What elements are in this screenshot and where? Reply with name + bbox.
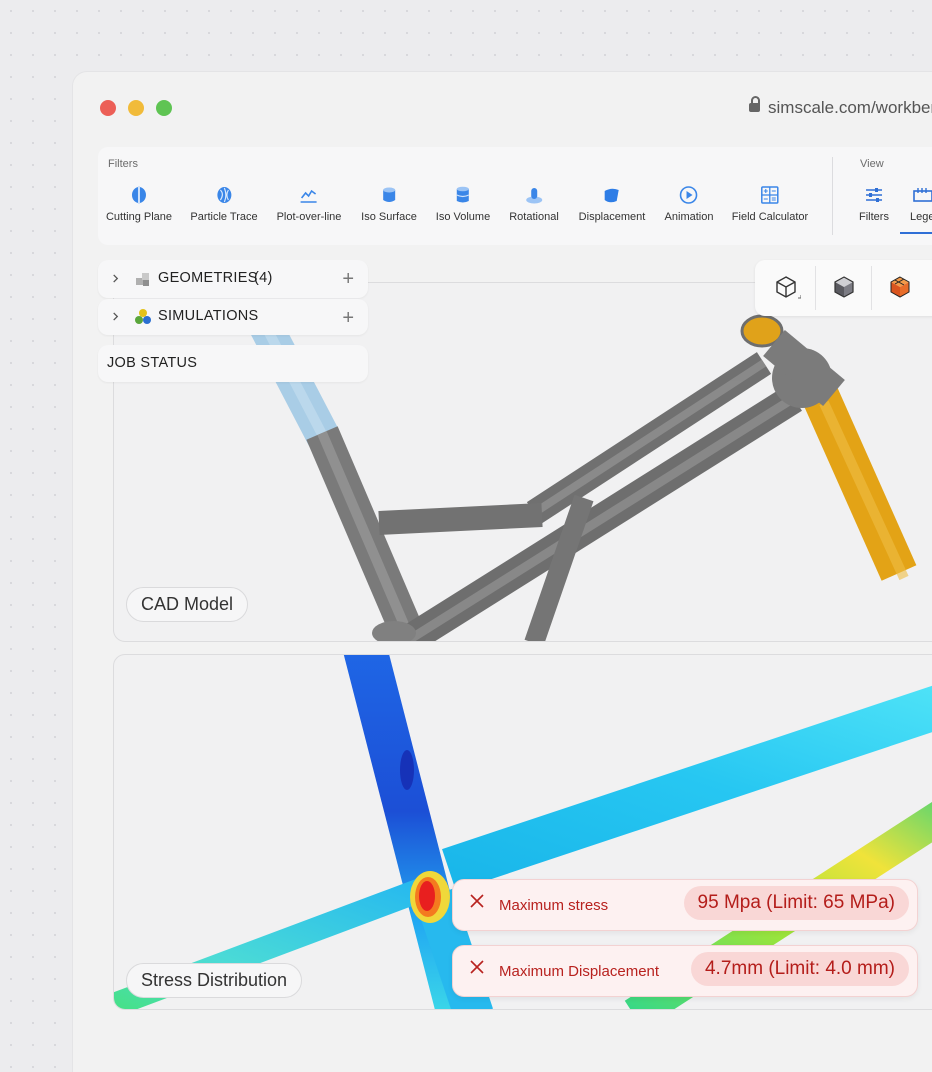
tool-iso-surface[interactable]: Iso Surface xyxy=(361,185,417,223)
tool-label: Particle Trace xyxy=(190,211,258,223)
maximum-displacement-alert: Maximum Displacement 4.7mm (Limit: 4.0 m… xyxy=(452,945,918,997)
geometries-label: GEOMETRIES xyxy=(158,270,258,286)
tool-label: Filters xyxy=(859,211,889,223)
alert-label: Maximum stress xyxy=(499,897,609,914)
tool-label: Cutting Plane xyxy=(105,211,173,223)
lock-icon xyxy=(749,96,760,112)
close-x-icon xyxy=(470,894,484,908)
animation-icon xyxy=(680,186,698,204)
alert-label: Maximum Displacement xyxy=(499,963,660,980)
view-orientation-toolbar xyxy=(755,260,932,316)
rotational-icon xyxy=(525,188,542,204)
wireframe-cube-icon[interactable] xyxy=(771,272,801,302)
tool-animation[interactable]: Animation xyxy=(664,185,714,223)
chevron-right-icon[interactable] xyxy=(111,274,120,283)
minimize-window-button[interactable] xyxy=(128,100,144,116)
tool-plot-over-line[interactable]: Plot-over-line xyxy=(276,185,342,223)
alert-value: 4.7mm (Limit: 4.0 mm) xyxy=(690,952,909,986)
tool-label: Plot-over-line xyxy=(276,211,342,223)
tool-label: Field Calculator xyxy=(731,211,809,223)
cutting-plane-icon xyxy=(131,186,146,204)
tree-item-simulations[interactable]: SIMULATIONS + xyxy=(98,299,368,335)
cad-model-label: CAD Model xyxy=(126,587,249,622)
tool-label: Lege xyxy=(910,211,932,223)
maximum-stress-alert: Maximum stress 95 Mpa (Limit: 65 MPa) xyxy=(452,879,918,931)
tool-label: Animation xyxy=(664,211,714,223)
tool-label: Iso Surface xyxy=(361,211,417,223)
chevron-right-icon[interactable] xyxy=(111,312,120,321)
url-text: simscale.com/workben xyxy=(768,98,932,117)
tool-label: Iso Volume xyxy=(435,211,491,223)
tool-particle-trace[interactable]: Particle Trace xyxy=(190,185,258,223)
toolbar-divider xyxy=(815,266,816,310)
displacement-icon xyxy=(604,188,619,203)
iso-surface-icon xyxy=(382,187,395,202)
cad-model-viewport[interactable]: CAD Model xyxy=(113,282,932,642)
geometries-count: (4) xyxy=(254,270,273,286)
tool-rotational[interactable]: Rotational xyxy=(509,185,559,223)
tool-view-filters[interactable]: Filters xyxy=(859,185,889,223)
tool-cutting-plane[interactable]: Cutting Plane xyxy=(106,185,172,223)
tool-label: Rotational xyxy=(509,211,559,223)
toolbar-divider xyxy=(871,266,872,310)
tree-item-job-status[interactable]: JOB STATUS xyxy=(98,345,368,382)
toolbar-ribbon: Filters View Cutting Plane Particle Trac… xyxy=(98,147,932,245)
add-geometry-button[interactable]: + xyxy=(342,269,354,289)
simulations-label: SIMULATIONS xyxy=(158,308,259,324)
address-bar[interactable]: simscale.com/workben xyxy=(749,96,932,118)
close-window-button[interactable] xyxy=(100,100,116,116)
iso-volume-icon xyxy=(456,186,470,203)
alert-value: 95 Mpa (Limit: 65 MPa) xyxy=(683,886,909,920)
stress-distribution-label: Stress Distribution xyxy=(126,963,303,998)
job-status-label: JOB STATUS xyxy=(107,355,198,371)
tree-item-geometries[interactable]: GEOMETRIES (4) + xyxy=(98,260,368,298)
filters-sliders-icon xyxy=(865,188,882,202)
legend-icon xyxy=(913,188,932,202)
ribbon-divider xyxy=(832,157,833,235)
tool-label: Displacement xyxy=(578,211,646,223)
stress-distribution-viewport[interactable]: Stress Distribution Maximum stress 95 Mp… xyxy=(113,654,932,1010)
field-calculator-icon xyxy=(761,186,779,204)
particle-trace-icon xyxy=(217,187,231,203)
add-simulation-button[interactable]: + xyxy=(342,308,354,328)
tool-field-calculator[interactable]: Field Calculator xyxy=(732,185,808,223)
tool-iso-volume[interactable]: Iso Volume xyxy=(436,185,490,223)
close-x-icon xyxy=(470,960,484,974)
active-tab-indicator xyxy=(900,232,932,234)
plot-over-line-icon xyxy=(301,189,317,203)
geometries-cubes-icon xyxy=(136,273,149,286)
filters-section-label: Filters xyxy=(108,158,138,170)
tool-displacement[interactable]: Displacement xyxy=(578,185,646,223)
simulations-icon xyxy=(135,309,151,324)
browser-window: simscale.com/workben Filters View Cuttin… xyxy=(73,72,932,1072)
tool-view-legend[interactable]: Lege xyxy=(910,185,932,223)
solid-cube-icon[interactable] xyxy=(829,272,859,302)
maximize-window-button[interactable] xyxy=(156,100,172,116)
view-section-label: View xyxy=(860,158,884,170)
orange-mesh-cube-icon[interactable] xyxy=(885,272,915,302)
